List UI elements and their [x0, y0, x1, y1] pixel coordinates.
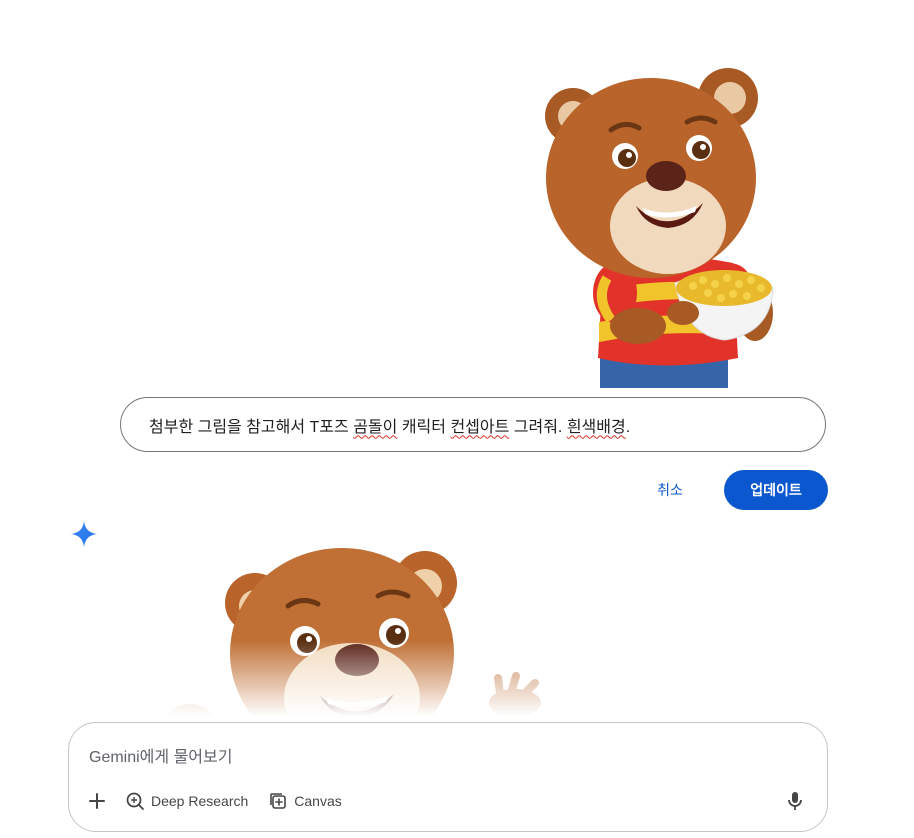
cancel-button[interactable]: 취소 [640, 470, 700, 510]
prompt-segment-misspelled: 컨셉아트 [450, 418, 510, 436]
plus-icon [88, 792, 106, 810]
prompt-segment: . [625, 418, 631, 436]
canvas-button[interactable]: Canvas [258, 783, 351, 819]
attached-reference-image [503, 58, 808, 388]
microphone-icon [786, 791, 804, 811]
add-button[interactable] [79, 783, 115, 819]
deep-research-label: Deep Research [151, 793, 249, 809]
generated-image[interactable] [120, 538, 576, 728]
prompt-segment-misspelled: 곰돌이 [353, 418, 398, 436]
prompt-segment-misspelled: 흰색배경 [566, 418, 626, 436]
composer-toolbar: Deep Research Canvas [79, 781, 813, 821]
prompt-composer[interactable]: Gemini에게 물어보기 Deep Research Canvas [68, 722, 828, 832]
deep-research-icon [125, 791, 145, 811]
gemini-spark-icon [70, 520, 98, 548]
deep-research-button[interactable]: Deep Research [115, 783, 258, 819]
prompt-segment: 그려줘. [509, 418, 567, 436]
microphone-button[interactable] [777, 783, 813, 819]
prompt-text: 첨부한 그림을 참고해서 T포즈 곰돌이 캐릭터 컨셉아트 그려줘. 흰색배경. [149, 413, 630, 437]
edit-prompt-input[interactable]: 첨부한 그림을 참고해서 T포즈 곰돌이 캐릭터 컨셉아트 그려줘. 흰색배경. [120, 397, 826, 452]
prompt-segment: 캐릭터 [397, 418, 451, 436]
prompt-segment: 첨부한 그림을 참고해서 T포즈 [149, 418, 354, 436]
composer-placeholder[interactable]: Gemini에게 물어보기 [89, 743, 232, 767]
canvas-icon [268, 791, 288, 811]
update-button[interactable]: 업데이트 [724, 470, 828, 510]
canvas-label: Canvas [294, 793, 342, 809]
